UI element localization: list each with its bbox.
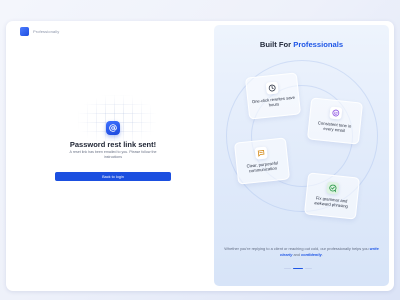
brand[interactable]: Professionally [20, 27, 59, 36]
feature-panel: Built For Professionals One-click rewrit… [214, 25, 389, 286]
clock-icon [265, 81, 279, 95]
brand-name: Professionally [33, 29, 60, 34]
feature-card: One-click rewrites save hours [244, 72, 302, 120]
back-to-login-button[interactable]: Back to login [55, 172, 171, 181]
feature-card: Fix grammar and awkward phrasing [303, 172, 361, 220]
feature-card: Consistent tone in every email [306, 97, 364, 145]
decorative-grid [78, 95, 156, 145]
panel-description-emphasis: confidently [301, 251, 322, 257]
smile-icon [329, 106, 343, 120]
carousel-dot-active[interactable] [293, 268, 303, 270]
feature-card-label: Consistent tone in every email [317, 120, 352, 134]
page-description: A reset link has been emailed to you. Pl… [69, 150, 157, 159]
panel-title-accent: Professionals [293, 40, 344, 49]
panel-title-prefix: Built For [259, 40, 292, 49]
panel-description: Whether you're replying to a client or r… [222, 246, 381, 257]
carousel-indicator [284, 268, 312, 270]
panel-description-text: and [293, 251, 300, 257]
brand-logo-icon [20, 27, 29, 36]
at-sign-icon [106, 121, 120, 135]
panel-description-text: Whether you're replying to a client or r… [224, 246, 369, 251]
feature-card-label: Clear, purposeful communication [246, 160, 279, 174]
carousel-dot[interactable] [284, 268, 291, 270]
panel-title: Built For Professionals [214, 40, 389, 49]
page-title: Password rest link sent! [69, 140, 157, 149]
chat-icon [254, 146, 268, 160]
carousel-dot[interactable] [305, 268, 312, 270]
panel-description-text: . [321, 251, 323, 257]
feature-card: Clear, purposeful communication [233, 137, 291, 185]
feature-card-label: Fix grammar and awkward phrasing [314, 195, 349, 209]
feature-card-label: One-click rewrites save hours [251, 94, 296, 108]
check-chat-icon [326, 181, 340, 195]
